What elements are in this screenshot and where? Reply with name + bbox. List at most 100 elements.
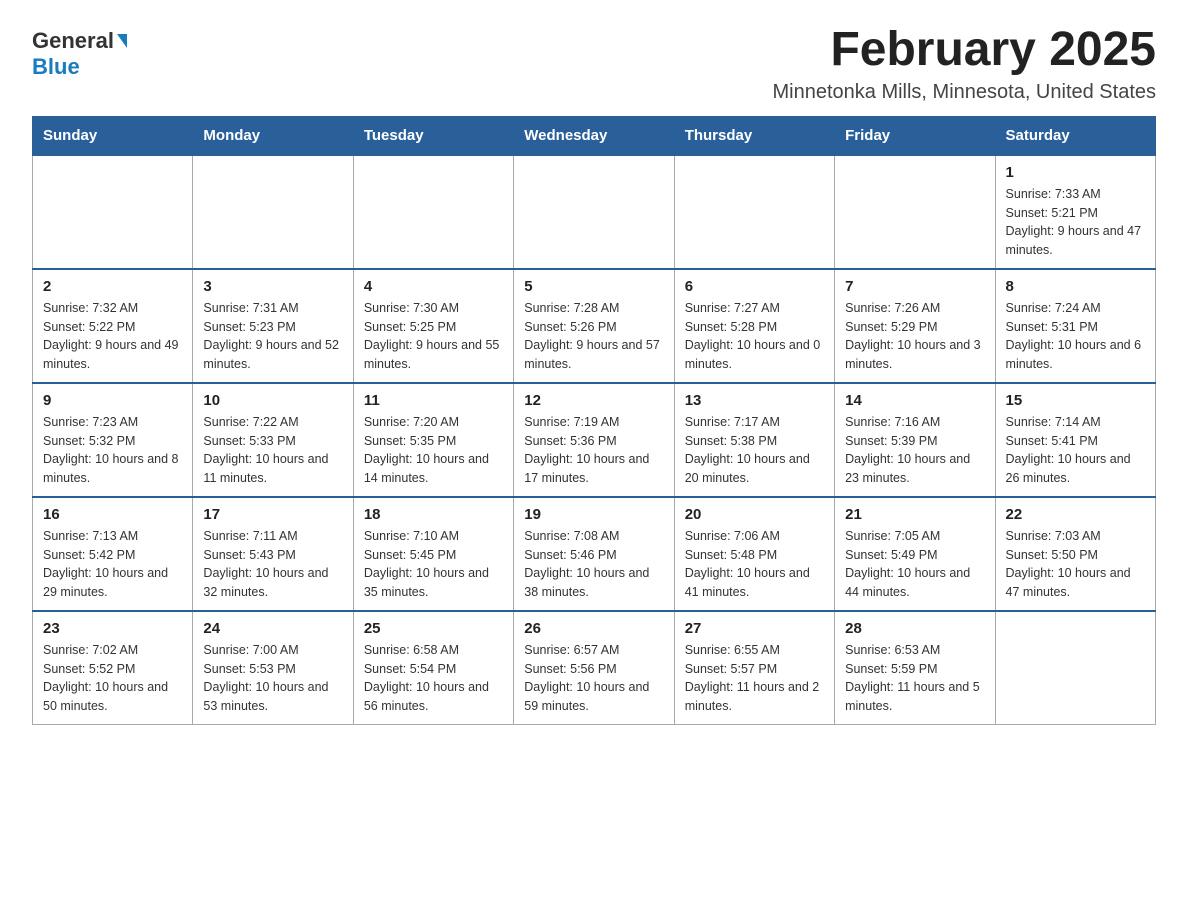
calendar-header: SundayMondayTuesdayWednesdayThursdayFrid…	[33, 116, 1156, 155]
calendar-cell: 2 Sunrise: 7:32 AM Sunset: 5:22 PM Daylig…	[33, 269, 193, 383]
day-info: Sunrise: 7:05 AM Sunset: 5:49 PM Dayligh…	[845, 527, 984, 602]
day-number: 28	[845, 620, 984, 637]
calendar-cell: 4 Sunrise: 7:30 AM Sunset: 5:25 PM Daylig…	[353, 269, 513, 383]
calendar-cell: 19 Sunrise: 7:08 AM Sunset: 5:46 PM Dayli…	[514, 497, 674, 611]
calendar-week-5: 23Sunrise: 7:02 AM Sunset: 5:52 PM Dayli…	[33, 611, 1156, 725]
calendar-body: 1 Sunrise: 7:33 AM Sunset: 5:21 PM Daylig…	[33, 155, 1156, 725]
day-info: Sunrise: 6:57 AM Sunset: 5:56 PM Dayligh…	[524, 641, 663, 716]
calendar-cell	[514, 155, 674, 269]
day-number: 3	[203, 278, 342, 295]
calendar-cell: 28Sunrise: 6:53 AM Sunset: 5:59 PM Dayli…	[835, 611, 995, 725]
day-number: 9	[43, 392, 182, 409]
main-title: February 2025	[772, 24, 1156, 77]
calendar-cell: 22Sunrise: 7:03 AM Sunset: 5:50 PM Dayli…	[995, 497, 1155, 611]
day-number: 7	[845, 278, 984, 295]
day-number: 21	[845, 506, 984, 523]
day-info: Sunrise: 7:10 AM Sunset: 5:45 PM Dayligh…	[364, 527, 503, 602]
calendar-cell: 21 Sunrise: 7:05 AM Sunset: 5:49 PM Dayli…	[835, 497, 995, 611]
day-number: 24	[203, 620, 342, 637]
day-info: Sunrise: 7:00 AM Sunset: 5:53 PM Dayligh…	[203, 641, 342, 716]
calendar-cell: 23Sunrise: 7:02 AM Sunset: 5:52 PM Dayli…	[33, 611, 193, 725]
day-number: 8	[1006, 278, 1145, 295]
calendar-cell: 14 Sunrise: 7:16 AM Sunset: 5:39 PM Dayli…	[835, 383, 995, 497]
day-number: 20	[685, 506, 824, 523]
day-number: 1	[1006, 164, 1145, 181]
day-number: 17	[203, 506, 342, 523]
day-number: 5	[524, 278, 663, 295]
title-block: February 2025 Minnetonka Mills, Minnesot…	[772, 24, 1156, 104]
calendar-week-1: 1 Sunrise: 7:33 AM Sunset: 5:21 PM Daylig…	[33, 155, 1156, 269]
calendar-cell	[193, 155, 353, 269]
day-info: Sunrise: 7:19 AM Sunset: 5:36 PM Dayligh…	[524, 413, 663, 488]
calendar-cell: 27 Sunrise: 6:55 AM Sunset: 5:57 PM Dayli…	[674, 611, 834, 725]
calendar-cell: 20 Sunrise: 7:06 AM Sunset: 5:48 PM Dayli…	[674, 497, 834, 611]
day-number: 11	[364, 392, 503, 409]
day-number: 12	[524, 392, 663, 409]
header-day-sunday: Sunday	[33, 116, 193, 155]
day-info: Sunrise: 7:11 AM Sunset: 5:43 PM Dayligh…	[203, 527, 342, 602]
calendar-cell: 15Sunrise: 7:14 AM Sunset: 5:41 PM Dayli…	[995, 383, 1155, 497]
calendar-cell: 3 Sunrise: 7:31 AM Sunset: 5:23 PM Daylig…	[193, 269, 353, 383]
day-number: 23	[43, 620, 182, 637]
calendar-cell: 24 Sunrise: 7:00 AM Sunset: 5:53 PM Dayli…	[193, 611, 353, 725]
day-number: 4	[364, 278, 503, 295]
day-number: 26	[524, 620, 663, 637]
calendar-week-2: 2 Sunrise: 7:32 AM Sunset: 5:22 PM Daylig…	[33, 269, 1156, 383]
calendar-cell: 17 Sunrise: 7:11 AM Sunset: 5:43 PM Dayli…	[193, 497, 353, 611]
day-info: Sunrise: 7:20 AM Sunset: 5:35 PM Dayligh…	[364, 413, 503, 488]
day-info: Sunrise: 7:31 AM Sunset: 5:23 PM Dayligh…	[203, 299, 342, 374]
day-info: Sunrise: 7:33 AM Sunset: 5:21 PM Dayligh…	[1006, 185, 1145, 260]
day-number: 10	[203, 392, 342, 409]
day-number: 25	[364, 620, 503, 637]
calendar-cell: 5 Sunrise: 7:28 AM Sunset: 5:26 PM Daylig…	[514, 269, 674, 383]
header-day-friday: Friday	[835, 116, 995, 155]
calendar-table: SundayMondayTuesdayWednesdayThursdayFrid…	[32, 116, 1156, 725]
day-number: 6	[685, 278, 824, 295]
calendar-cell: 18Sunrise: 7:10 AM Sunset: 5:45 PM Dayli…	[353, 497, 513, 611]
calendar-cell: 9 Sunrise: 7:23 AM Sunset: 5:32 PM Daylig…	[33, 383, 193, 497]
header-row: SundayMondayTuesdayWednesdayThursdayFrid…	[33, 116, 1156, 155]
logo: General Blue	[32, 24, 127, 80]
day-info: Sunrise: 7:24 AM Sunset: 5:31 PM Dayligh…	[1006, 299, 1145, 374]
day-number: 27	[685, 620, 824, 637]
day-number: 16	[43, 506, 182, 523]
day-info: Sunrise: 7:08 AM Sunset: 5:46 PM Dayligh…	[524, 527, 663, 602]
header-day-wednesday: Wednesday	[514, 116, 674, 155]
day-info: Sunrise: 6:55 AM Sunset: 5:57 PM Dayligh…	[685, 641, 824, 716]
day-info: Sunrise: 7:30 AM Sunset: 5:25 PM Dayligh…	[364, 299, 503, 374]
day-info: Sunrise: 7:16 AM Sunset: 5:39 PM Dayligh…	[845, 413, 984, 488]
day-number: 2	[43, 278, 182, 295]
day-info: Sunrise: 7:23 AM Sunset: 5:32 PM Dayligh…	[43, 413, 182, 488]
day-number: 15	[1006, 392, 1145, 409]
calendar-cell: 26 Sunrise: 6:57 AM Sunset: 5:56 PM Dayli…	[514, 611, 674, 725]
day-info: Sunrise: 7:28 AM Sunset: 5:26 PM Dayligh…	[524, 299, 663, 374]
day-info: Sunrise: 7:17 AM Sunset: 5:38 PM Dayligh…	[685, 413, 824, 488]
calendar-cell: 1 Sunrise: 7:33 AM Sunset: 5:21 PM Daylig…	[995, 155, 1155, 269]
calendar-cell	[995, 611, 1155, 725]
calendar-cell: 25 Sunrise: 6:58 AM Sunset: 5:54 PM Dayli…	[353, 611, 513, 725]
subtitle: Minnetonka Mills, Minnesota, United Stat…	[772, 81, 1156, 104]
header-day-saturday: Saturday	[995, 116, 1155, 155]
logo-blue-text: Blue	[32, 54, 80, 79]
calendar-cell: 16 Sunrise: 7:13 AM Sunset: 5:42 PM Dayli…	[33, 497, 193, 611]
header-day-thursday: Thursday	[674, 116, 834, 155]
day-info: Sunrise: 7:32 AM Sunset: 5:22 PM Dayligh…	[43, 299, 182, 374]
header-day-monday: Monday	[193, 116, 353, 155]
day-info: Sunrise: 7:13 AM Sunset: 5:42 PM Dayligh…	[43, 527, 182, 602]
calendar-cell: 12 Sunrise: 7:19 AM Sunset: 5:36 PM Dayli…	[514, 383, 674, 497]
calendar-cell	[674, 155, 834, 269]
day-number: 14	[845, 392, 984, 409]
day-info: Sunrise: 7:06 AM Sunset: 5:48 PM Dayligh…	[685, 527, 824, 602]
calendar-cell: 7Sunrise: 7:26 AM Sunset: 5:29 PM Daylig…	[835, 269, 995, 383]
header-day-tuesday: Tuesday	[353, 116, 513, 155]
day-number: 22	[1006, 506, 1145, 523]
day-info: Sunrise: 6:58 AM Sunset: 5:54 PM Dayligh…	[364, 641, 503, 716]
calendar-cell	[353, 155, 513, 269]
calendar-cell: 10 Sunrise: 7:22 AM Sunset: 5:33 PM Dayli…	[193, 383, 353, 497]
calendar-cell: 11 Sunrise: 7:20 AM Sunset: 5:35 PM Dayli…	[353, 383, 513, 497]
day-info: Sunrise: 7:27 AM Sunset: 5:28 PM Dayligh…	[685, 299, 824, 374]
day-number: 13	[685, 392, 824, 409]
calendar-cell: 13 Sunrise: 7:17 AM Sunset: 5:38 PM Dayli…	[674, 383, 834, 497]
day-info: Sunrise: 7:22 AM Sunset: 5:33 PM Dayligh…	[203, 413, 342, 488]
day-number: 19	[524, 506, 663, 523]
